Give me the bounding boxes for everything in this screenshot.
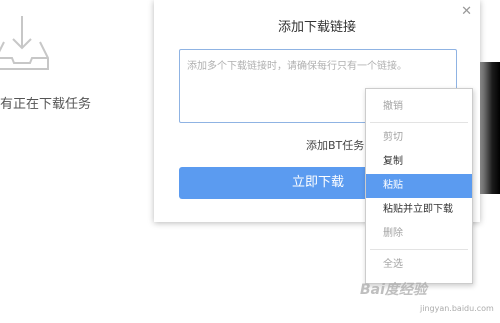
menu-item-undo[interactable]: 撤销	[366, 95, 472, 119]
watermark-url: jingyan.baidu.com	[420, 304, 494, 313]
download-tray-icon	[0, 16, 49, 70]
context-menu: 撤销 剪切 复制 粘贴 粘贴并立即下载 删除 全选	[365, 88, 473, 284]
close-icon[interactable]: ✕	[461, 4, 472, 19]
menu-item-select-all[interactable]: 全选	[366, 253, 472, 277]
menu-item-paste-and-download[interactable]: 粘贴并立即下载	[366, 198, 472, 222]
menu-item-cut[interactable]: 剪切	[366, 126, 472, 150]
menu-item-paste[interactable]: 粘贴	[366, 174, 472, 198]
dialog-title: 添加下载链接	[277, 20, 356, 35]
menu-separator	[370, 249, 468, 250]
menu-item-delete[interactable]: 删除	[366, 222, 472, 246]
menu-item-copy[interactable]: 复制	[366, 150, 472, 174]
add-bt-task-link[interactable]: 添加BT任务	[306, 137, 364, 153]
menu-separator	[370, 122, 468, 123]
empty-status-text: 有正在下载任务	[0, 97, 92, 112]
watermark-logo: Bai度经验	[360, 282, 427, 298]
